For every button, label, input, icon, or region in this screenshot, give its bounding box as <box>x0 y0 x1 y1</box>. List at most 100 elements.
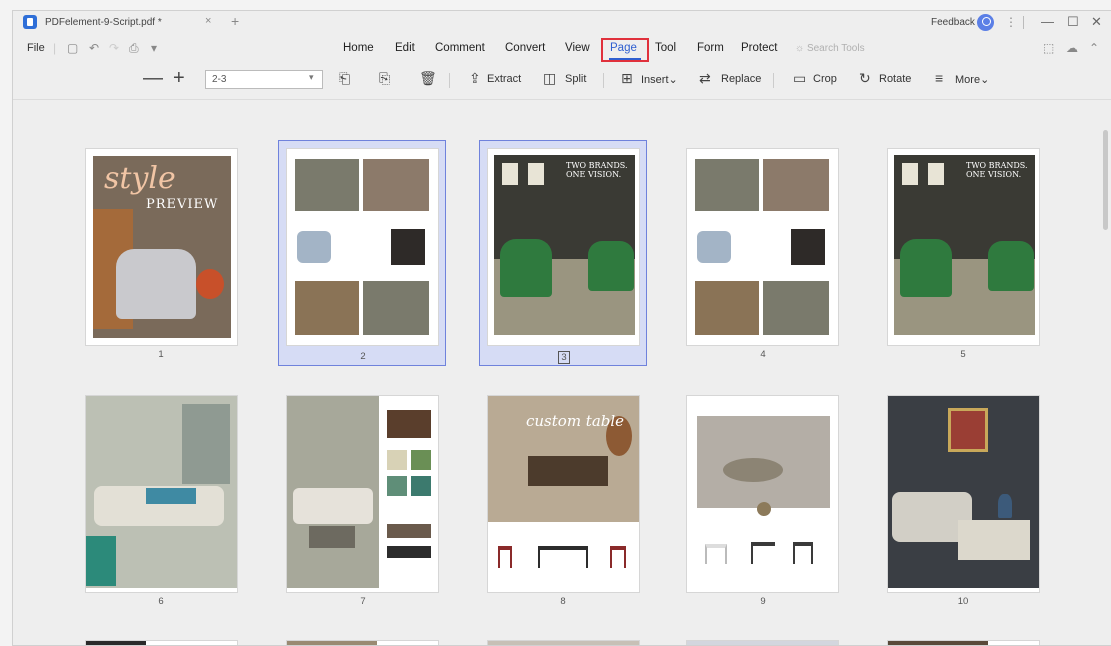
page-number-10: 10 <box>957 596 969 607</box>
page-thumbnail-10[interactable] <box>887 395 1040 593</box>
title-bar: PDFelement-9-Script.pdf * × + Feedback ⋮… <box>13 11 1111 35</box>
page-7-swatch-wood <box>387 410 431 438</box>
rotate-button[interactable]: Rotate <box>879 73 911 85</box>
quick-access-dropdown-icon[interactable]: ▾ <box>151 41 157 55</box>
undo-icon[interactable]: ↶ <box>89 41 99 55</box>
more-icon[interactable]: ≡ <box>935 70 943 86</box>
page-toolbar: — + 2-3 ▾ ⎗ ⎘ 🗑 ⇪ Extract ◫ Split ⊞ Inse… <box>13 67 1111 93</box>
page-thumbnail-9[interactable] <box>686 395 839 593</box>
page-thumbnail-7[interactable] <box>286 395 439 593</box>
split-button[interactable]: Split <box>565 73 586 85</box>
page-1-pillow-art <box>196 269 224 299</box>
menu-home[interactable]: Home <box>343 42 374 54</box>
more-button[interactable]: More⌄ <box>955 73 989 86</box>
close-button[interactable]: ✕ <box>1091 14 1102 30</box>
page-6-mirror-art <box>182 404 230 484</box>
document-tab-title[interactable]: PDFelement-9-Script.pdf * <box>45 17 162 28</box>
insert-button[interactable]: Insert⌄ <box>641 73 678 86</box>
extract-icon[interactable]: ⇪ <box>469 70 481 87</box>
collapse-ribbon-icon[interactable]: ⌃ <box>1089 41 1099 55</box>
page-number-5: 5 <box>960 349 966 360</box>
page-thumbnail-1[interactable]: style PREVIEW <box>85 148 238 346</box>
page-thumbnails-area[interactable]: style PREVIEW 1 2 TWO BRANDS. ONE VISION… <box>13 99 1111 645</box>
cloud-upload-icon[interactable]: ☁ <box>1066 41 1078 55</box>
page-6-pillows-art <box>146 488 196 504</box>
delete-page-icon[interactable]: 🗑 <box>419 70 437 87</box>
print-icon[interactable]: ⎙ <box>129 41 139 56</box>
toolbar-divider <box>773 73 774 88</box>
more-options-icon[interactable]: ⋮ <box>1005 15 1017 29</box>
split-icon[interactable]: ◫ <box>543 70 556 87</box>
page-number-8: 8 <box>560 596 566 607</box>
page-thumbnail-5[interactable]: TWO BRANDS. ONE VISION. <box>887 148 1040 346</box>
page-8-title: custom table <box>526 412 625 430</box>
page-thumbnail-15-partial[interactable] <box>887 640 1040 645</box>
page-number-4: 4 <box>760 349 766 360</box>
page-4-chair-art <box>697 231 731 263</box>
page-range-dropdown-icon[interactable]: ▾ <box>309 72 314 83</box>
zoom-in-button[interactable]: + <box>173 67 185 90</box>
menu-edit[interactable]: Edit <box>395 42 415 54</box>
tab-close-icon[interactable]: × <box>205 15 211 27</box>
page-number-1: 1 <box>158 349 164 360</box>
menu-comment[interactable]: Comment <box>435 42 485 54</box>
page-thumbnail-3[interactable]: TWO BRANDS. ONE VISION. <box>487 148 640 346</box>
menu-bar: File | ▢ ↶ ↷ ⎙ ▾ Home Edit Comment Conve… <box>13 38 1111 63</box>
new-tab-icon[interactable]: + <box>231 13 239 29</box>
page-4-text-block-2 <box>763 281 829 335</box>
save-icon[interactable]: ▢ <box>67 41 78 55</box>
crop-button[interactable]: Crop <box>813 73 837 85</box>
page-thumbnail-2[interactable] <box>286 148 439 346</box>
page-9-badge-icon <box>757 502 771 516</box>
page-thumbnail-12-partial[interactable] <box>286 640 439 645</box>
page-range-input[interactable]: 2-3 <box>205 70 323 89</box>
page-thumbnail-11-partial[interactable] <box>85 640 238 645</box>
crop-icon[interactable]: ▭ <box>793 70 806 87</box>
search-tools-input[interactable]: ☼ Search Tools <box>795 43 865 54</box>
page-4-photo-2 <box>695 281 759 335</box>
menu-page[interactable]: Page <box>610 42 637 54</box>
replace-icon[interactable]: ⇄ <box>699 70 711 87</box>
maximize-button[interactable]: ☐ <box>1067 14 1079 30</box>
replace-button[interactable]: Replace <box>721 73 761 85</box>
page-4-text-block <box>695 159 759 211</box>
page-number-2: 2 <box>360 351 366 362</box>
menu-tool[interactable]: Tool <box>655 42 676 54</box>
page-7-swatch-6 <box>387 546 431 558</box>
menu-form[interactable]: Form <box>697 42 724 54</box>
menu-view[interactable]: View <box>565 42 590 54</box>
page-thumbnail-14-partial[interactable] <box>686 640 839 645</box>
extract-button[interactable]: Extract <box>487 73 521 85</box>
app-window: PDFelement-9-Script.pdf * × + Feedback ⋮… <box>12 10 1111 646</box>
page-8-table-art <box>528 456 608 486</box>
page-7-bench-art <box>309 526 355 548</box>
zoom-out-button[interactable]: — <box>143 67 163 90</box>
pdfelement-logo-icon <box>23 15 37 29</box>
page-number-9: 9 <box>760 596 766 607</box>
insert-before-icon[interactable]: ⎗ <box>339 70 350 87</box>
page-5-headline: TWO BRANDS. ONE VISION. <box>966 161 1028 179</box>
page-9-table-icon-3 <box>793 542 813 564</box>
page-thumbnail-13-partial[interactable] <box>487 640 640 645</box>
page-number-6: 6 <box>158 596 164 607</box>
redo-icon[interactable]: ↷ <box>109 41 119 55</box>
feedback-link[interactable]: Feedback <box>931 17 975 28</box>
insert-after-icon[interactable]: ⎘ <box>379 70 390 87</box>
share-icon[interactable]: ⬚ <box>1043 41 1054 55</box>
minimize-button[interactable]: — <box>1041 14 1054 29</box>
user-avatar-icon[interactable] <box>977 14 994 31</box>
page-thumbnail-6[interactable] <box>85 395 238 593</box>
menu-convert[interactable]: Convert <box>505 42 545 54</box>
menu-protect[interactable]: Protect <box>741 42 777 54</box>
page-7-swatch-3 <box>387 476 407 496</box>
page-thumbnail-4[interactable] <box>686 148 839 346</box>
page-5-chair-art-2 <box>988 241 1034 291</box>
insert-icon[interactable]: ⊞ <box>621 70 633 87</box>
page-3-lamp-art <box>502 163 518 185</box>
page-number-7: 7 <box>360 596 366 607</box>
page-thumbnail-8[interactable]: custom table <box>487 395 640 593</box>
file-menu[interactable]: File <box>27 42 45 54</box>
page-14-art <box>687 641 838 645</box>
vertical-scrollbar[interactable] <box>1103 130 1108 230</box>
rotate-icon[interactable]: ↻ <box>859 70 871 87</box>
